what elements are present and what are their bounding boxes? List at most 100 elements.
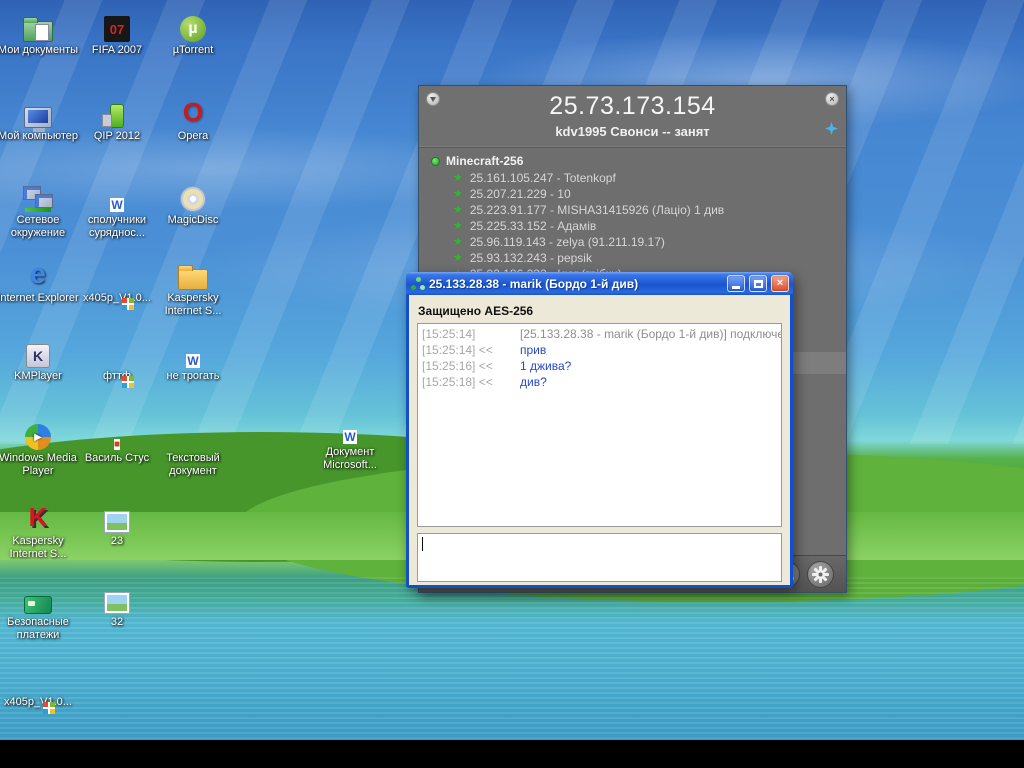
icon-box: 07 [75,6,159,44]
desktop-icon-cd[interactable]: MagicDisc [151,176,235,227]
icon-box: K [0,497,80,535]
close-button[interactable]: × [771,275,789,292]
chat-input[interactable] [417,533,782,582]
member-row[interactable]: ★ 25.161.105.247 - Totenkopf [419,170,846,186]
chat-title-bar[interactable]: 25.133.28.38 - marik (Бордо 1-й див) × [406,272,793,295]
icon-glyph: K [28,502,48,532]
qip-icon [102,104,124,128]
identity-status: kdv1995 Свонси -- занят [555,124,710,139]
start-label: пуск [0,740,32,757]
member-text: 25.207.21.229 - 10 [469,187,571,201]
wmp-icon: ▶ [25,424,51,450]
desktop-icon-network-places[interactable]: Сетевое окружение [0,176,80,240]
word-doc-icon: W [343,430,357,444]
desktop-icon-label: x405p_V1.0... [4,696,72,708]
member-row[interactable]: ★ 25.223.91.177 - MISHA31415926 (Лаціо) 1… [419,202,846,218]
message-timestamp: [15:25:18] << [422,375,493,389]
desktop-icon-folder[interactable]: Kaspersky Internet S... [151,254,235,318]
icon-box: e [0,254,80,292]
chat-message: [15:25:18] << див? [422,374,777,390]
desktop-icon-label: 32 [110,616,124,628]
desktop-icon-label: µTorrent [172,44,214,56]
icon-box [151,254,235,292]
icon-box [0,176,80,214]
member-text: 25.96.119.143 - zelya (91.211.19.17) [469,235,665,249]
start-button[interactable]: пуск [0,740,1024,758]
icon-box: K [0,332,80,370]
desktop-icon-ie[interactable]: e Internet Explorer [0,254,80,305]
desktop-icon-image-thumb[interactable]: 23 [75,497,159,548]
desktop-icon-win-file[interactable]: x405p_V1.0... [0,658,80,714]
desktop-icon-word-doc[interactable]: Wсполучники суряднос... [75,176,159,240]
desktop-icon-kaspersky[interactable]: K Kaspersky Internet S... [0,497,80,561]
screen: Мои документы 07 FIFA 2007 µ µTorrent Мой ком… [0,0,1024,768]
icon-box: W [151,332,235,370]
member-row[interactable]: ★ 25.207.21.229 - 10 [419,186,846,202]
icon-glyph: e [30,258,46,289]
icon-glyph: 07 [109,21,125,37]
hamachi-header[interactable]: × 25.73.173.154 kdv1995 Свонси -- занят [419,86,846,148]
hamachi-icon [411,276,425,291]
desktop-icon-qip[interactable]: QIP 2012 [75,92,159,143]
desktop-icon-win-file[interactable]: x405p_V1.0... [75,254,159,310]
desktop-icon-text-doc[interactable]: Текстовый документ [151,414,235,478]
network-row[interactable]: Minecraft-256 [419,152,846,170]
message-timestamp: [15:25:14] << [422,343,493,357]
close-icon: × [829,93,835,104]
close-icon: × [776,277,784,289]
desktop-icon-fifa[interactable]: 07 FIFA 2007 [75,6,159,57]
desktop-icon-my-documents[interactable]: Мои документы [0,6,80,57]
fifa-icon: 07 [104,16,130,42]
icon-box [151,414,235,452]
desktop-icon-utorrent[interactable]: µ µTorrent [151,6,235,57]
member-row[interactable]: ★ 25.96.119.143 - zelya (91.211.19.17) [419,234,846,250]
icon-box: W [308,408,392,446]
icon-box [75,92,159,130]
icon-glyph: K [32,348,44,364]
desktop-icon-bank-card[interactable]: Безопасные платежи [0,578,80,642]
desktop-icon-my-computer[interactable]: Мой компьютер [0,92,80,143]
settings-button[interactable] [807,561,834,588]
icon-box [75,332,159,388]
chat-window: 25.133.28.38 - marik (Бордо 1-й див) × З… [406,272,793,588]
member-row[interactable]: ★ 25.225.33.152 - Адамів [419,218,846,234]
power-icon [430,97,436,102]
icon-box [0,578,80,616]
network-places-icon [23,186,53,212]
chat-log[interactable]: [15:25:14] [25.133.28.38 - marik (Бордо 1… [417,323,782,527]
utorrent-icon: µ [180,16,206,42]
minimize-button[interactable] [727,275,745,292]
text-caret [422,537,423,551]
member-row[interactable]: ★ 25.93.132.243 - pepsik [419,250,846,266]
member-star-icon: ★ [453,219,463,232]
message-text: [25.133.28.38 - marik (Бордо 1-й див)] п… [520,327,782,341]
image-thumb-icon [104,511,130,533]
icon-glyph: W [110,198,124,212]
desktop-icon-doc-red[interactable]: ■ Василь Стус [75,414,159,465]
desktop-icon-word-doc[interactable]: W Документ Microsoft... [308,408,392,472]
maximize-button[interactable] [749,275,767,292]
hamachi-close-button[interactable]: × [825,92,839,106]
taskbar: пуск Counter-Strike Source25.133.28.38 -… [0,740,1024,768]
doc-red-icon: ■ [113,439,121,450]
power-button[interactable] [426,92,440,106]
desktop-icon-word-doc[interactable]: Wне трогать [151,332,235,383]
icon-box: O [151,92,235,130]
desktop-icon-label: FIFA 2007 [91,44,143,56]
desktop-icon-label: Kaspersky Internet S... [9,535,67,560]
desktop-icon-kmplayer[interactable]: K KMPlayer [0,332,80,383]
image-thumb-icon [104,592,130,614]
icon-glyph: µ [188,20,198,37]
desktop-icon-label: Windows Media Player [0,452,77,477]
icon-box [0,6,80,44]
member-star-icon: ★ [453,235,463,248]
chat-title: 25.133.28.38 - marik (Бордо 1-й див) [429,276,639,291]
task-button-cs[interactable]: Counter-Strike Source [0,758,1024,768]
desktop-icon-image-thumb[interactable]: 32 [75,578,159,629]
desktop-icon-wmp[interactable]: ▶ Windows Media Player [0,414,80,478]
desktop-icon-opera[interactable]: O Opera [151,92,235,143]
chat-message: [15:25:14] << прив [422,342,777,358]
desktop-icon-win-file[interactable]: фттф [75,332,159,388]
member-star-icon: ★ [453,203,463,216]
message-text: 1 джива? [520,359,572,373]
